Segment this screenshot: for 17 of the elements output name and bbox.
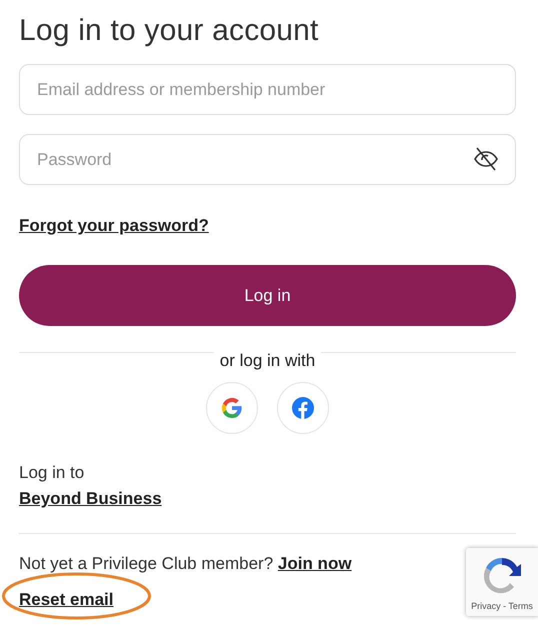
facebook-login-button[interactable]	[277, 382, 329, 434]
login-button[interactable]: Log in	[19, 265, 516, 326]
google-login-button[interactable]	[206, 382, 258, 434]
join-now-link[interactable]: Join now	[278, 554, 352, 573]
business-link[interactable]: Beyond Business	[19, 489, 162, 508]
google-icon	[221, 397, 243, 419]
page-title: Log in to your account	[19, 14, 320, 48]
password-field[interactable]: Password	[19, 134, 516, 185]
recaptcha-icon	[481, 555, 523, 595]
facebook-icon	[292, 397, 314, 419]
recaptcha-links[interactable]: Privacy - Terms	[471, 601, 533, 611]
business-label: Log in to	[19, 463, 86, 483]
divider-text: or log in with	[214, 351, 322, 371]
email-field[interactable]: Email address or membership number	[19, 64, 516, 115]
forgot-password-link[interactable]: Forgot your password?	[19, 216, 209, 236]
reset-email-link[interactable]: Reset email	[19, 590, 114, 609]
hidden-eye-icon[interactable]	[472, 146, 500, 172]
